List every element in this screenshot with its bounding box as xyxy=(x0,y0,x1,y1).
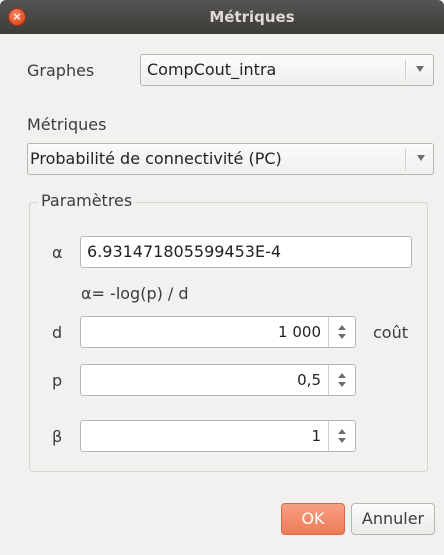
ok-button[interactable]: OK xyxy=(281,503,345,535)
title-bar: × Métriques xyxy=(0,0,444,34)
increment-icon[interactable] xyxy=(338,325,346,330)
parametres-group-title: Paramètres xyxy=(38,191,136,210)
graphes-select[interactable]: CompCout_intra xyxy=(140,54,434,86)
alpha-input[interactable]: 6.931471805599453E-4 xyxy=(80,236,412,268)
alpha-formula: α= -log(p) / d xyxy=(81,284,189,303)
beta-spin-buttons[interactable] xyxy=(328,421,355,451)
combo-separator xyxy=(405,148,406,170)
decrement-icon[interactable] xyxy=(338,382,346,387)
p-spin-buttons[interactable] xyxy=(328,365,355,395)
d-label: d xyxy=(52,323,63,342)
graphes-select-value: CompCout_intra xyxy=(147,60,277,79)
chevron-down-icon xyxy=(417,155,425,161)
metriques-select-value: Probabilité de connectivité (PC) xyxy=(30,149,282,168)
decrement-icon[interactable] xyxy=(338,438,346,443)
p-spinbox[interactable]: 0,5 xyxy=(80,364,356,396)
beta-spinbox-value: 1 xyxy=(311,427,321,445)
d-spin-buttons[interactable] xyxy=(328,317,355,347)
increment-icon[interactable] xyxy=(338,429,346,434)
beta-label: β xyxy=(52,427,63,446)
p-spinbox-value: 0,5 xyxy=(297,371,321,389)
increment-icon[interactable] xyxy=(338,373,346,378)
combo-separator xyxy=(405,59,406,81)
metriques-select[interactable]: Probabilité de connectivité (PC) xyxy=(27,143,434,175)
d-unit-label: coût xyxy=(373,323,408,342)
p-label: p xyxy=(52,371,63,390)
graphes-label: Graphes xyxy=(27,61,95,80)
alpha-label: α xyxy=(52,243,63,262)
cancel-button[interactable]: Annuler xyxy=(351,503,435,535)
metriques-label: Métriques xyxy=(27,115,107,134)
alpha-input-value: 6.931471805599453E-4 xyxy=(87,242,282,261)
beta-spinbox[interactable]: 1 xyxy=(80,420,356,452)
d-spinbox[interactable]: 1 000 xyxy=(80,316,356,348)
decrement-icon[interactable] xyxy=(338,334,346,339)
d-spinbox-value: 1 000 xyxy=(278,323,321,341)
window-title: Métriques xyxy=(209,8,295,26)
chevron-down-icon xyxy=(416,66,424,72)
